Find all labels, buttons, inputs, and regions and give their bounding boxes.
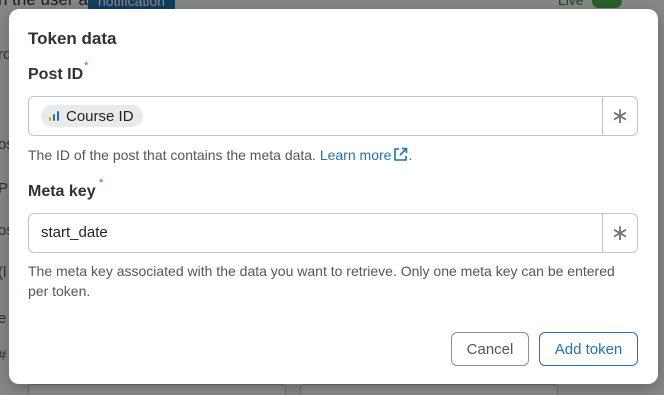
external-link-icon [394, 147, 408, 161]
course-id-token[interactable]: Course ID [41, 105, 143, 127]
required-marker: * [84, 60, 89, 72]
meta-key-help: The meta key associated with the data yo… [28, 263, 615, 299]
post-id-field[interactable]: Course ID ∗ [28, 96, 638, 136]
learn-more-link[interactable]: Learn more [320, 147, 409, 163]
modal-title: Token data [28, 29, 117, 48]
asterisk-icon: ∗ [610, 220, 630, 245]
cancel-button[interactable]: Cancel [451, 332, 529, 366]
post-id-label: Post ID * [28, 60, 88, 84]
meta-key-label: Meta key * [28, 177, 103, 201]
meta-key-input-value[interactable]: start_date [41, 224, 108, 241]
meta-key-field[interactable]: start_date ∗ [28, 213, 638, 253]
post-id-label-text: Post ID [28, 66, 84, 83]
required-marker: * [99, 177, 104, 189]
course-id-token-label: Course ID [66, 107, 134, 125]
meta-key-token-picker-button[interactable]: ∗ [602, 214, 637, 252]
asterisk-icon: ∗ [610, 103, 630, 128]
bar-chart-icon [48, 110, 60, 122]
post-id-token-picker-button[interactable]: ∗ [602, 97, 637, 135]
post-id-help-text: The ID of the post that contains the met… [28, 147, 316, 163]
post-id-help-suffix: . [408, 147, 413, 163]
post-id-help: The ID of the post that contains the met… [28, 145, 638, 165]
add-token-button[interactable]: Add token [539, 332, 638, 366]
meta-key-label-text: Meta key [28, 183, 96, 200]
token-data-modal: Token data Post ID * Course ID ∗ The ID … [9, 9, 658, 384]
